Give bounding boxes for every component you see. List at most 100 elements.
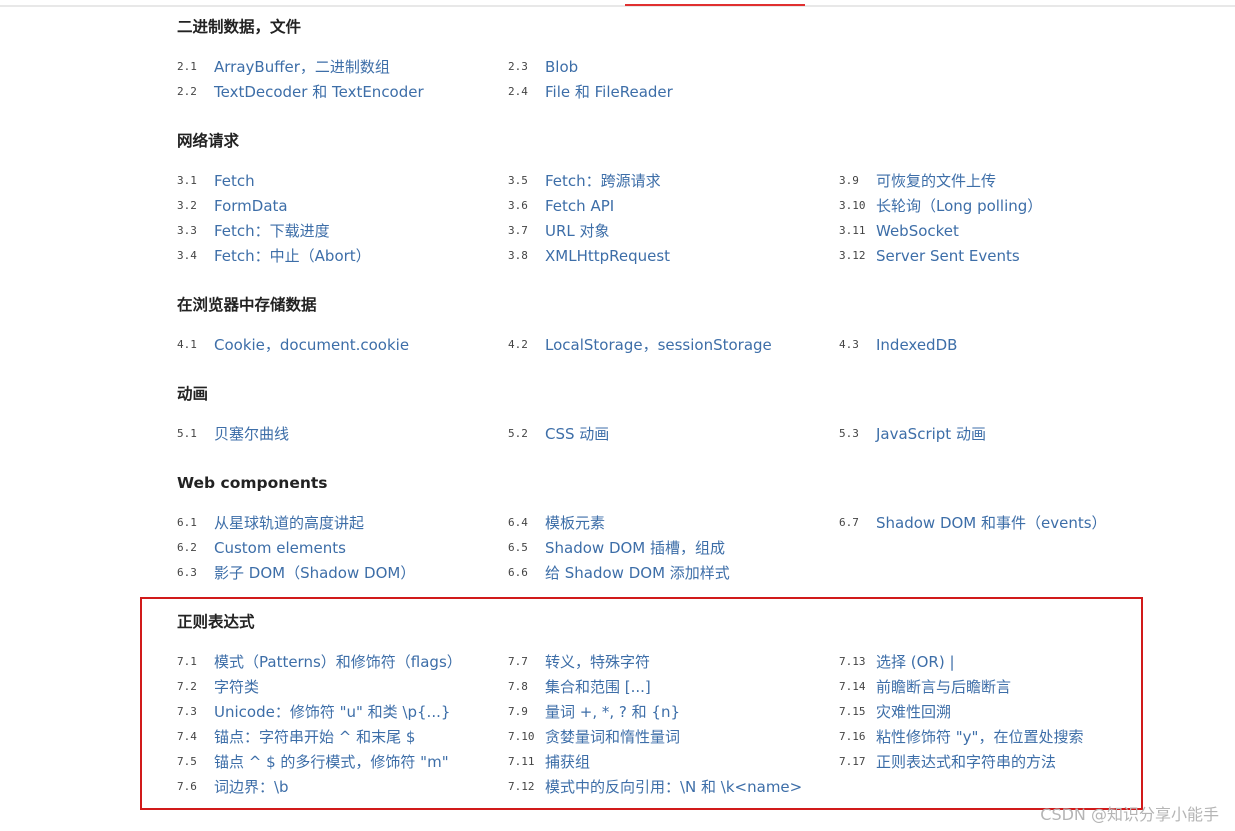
highlight-box	[140, 597, 1143, 810]
toc-column: 4.2 LocalStorage，sessionStorage	[508, 332, 772, 357]
section-title: 动画	[177, 385, 209, 403]
toc-item-number: 6.3	[177, 566, 197, 579]
section-title: Web components	[177, 474, 328, 492]
toc-item-number: 3.11	[839, 224, 866, 237]
toc-link[interactable]: 长轮询（Long polling）	[876, 197, 1042, 215]
toc-column: 5.2 CSS 动画	[508, 421, 609, 446]
toc-item: 3.8 XMLHttpRequest	[508, 243, 670, 268]
toc-link[interactable]: FormData	[214, 197, 288, 215]
toc-item: 2.4 File 和 FileReader	[508, 79, 673, 104]
toc-link[interactable]: Blob	[545, 58, 578, 76]
toc-item: 6.6 给 Shadow DOM 添加样式	[508, 560, 730, 585]
toc-item-number: 3.8	[508, 249, 528, 262]
toc-link[interactable]: Shadow DOM 和事件（events）	[876, 514, 1107, 532]
toc-item: 4.3 IndexedDB	[839, 332, 957, 357]
toc-column: 2.3 Blob 2.4 File 和 FileReader	[508, 54, 673, 104]
toc-item: 3.5 Fetch：跨源请求	[508, 168, 670, 193]
watermark: CSDN @知识分享小能手	[1040, 805, 1219, 824]
toc-item-number: 4.2	[508, 338, 528, 351]
toc-link[interactable]: Fetch API	[545, 197, 614, 215]
toc-item: 5.3 JavaScript 动画	[839, 421, 986, 446]
toc-link[interactable]: 给 Shadow DOM 添加样式	[545, 564, 730, 582]
toc-item-number: 6.5	[508, 541, 528, 554]
toc-item: 3.7 URL 对象	[508, 218, 670, 243]
toc-column: 5.3 JavaScript 动画	[839, 421, 986, 446]
toc-item: 6.5 Shadow DOM 插槽，组成	[508, 535, 730, 560]
toc-link[interactable]: File 和 FileReader	[545, 83, 673, 101]
toc-section: Web components 6.1 从星球轨道的高度讲起 6.2 Custom ele…	[177, 472, 1177, 582]
toc-link[interactable]: Fetch：跨源请求	[545, 172, 661, 190]
toc-item: 2.3 Blob	[508, 54, 673, 79]
toc-link[interactable]: WebSocket	[876, 222, 959, 240]
toc-item-number: 3.7	[508, 224, 528, 237]
toc-item: 6.4 模板元素	[508, 510, 730, 535]
toc-link[interactable]: CSS 动画	[545, 425, 609, 443]
toc-link[interactable]: ArrayBuffer，二进制数组	[214, 58, 390, 76]
toc-column: 4.3 IndexedDB	[839, 332, 957, 357]
toc-link[interactable]: Fetch	[214, 172, 255, 190]
toc-link[interactable]: 影子 DOM（Shadow DOM）	[214, 564, 415, 582]
toc-link[interactable]: JavaScript 动画	[876, 425, 986, 443]
toc-link[interactable]: 贝塞尔曲线	[214, 425, 289, 443]
toc-item-number: 3.2	[177, 199, 197, 212]
toc-link[interactable]: Shadow DOM 插槽，组成	[545, 539, 725, 557]
toc-item: 3.10 长轮询（Long polling）	[839, 193, 1042, 218]
toc-link[interactable]: Fetch：下载进度	[214, 222, 330, 240]
toc-link[interactable]: 从星球轨道的高度讲起	[214, 514, 364, 532]
toc-link[interactable]: URL 对象	[545, 222, 610, 240]
toc-item-number: 2.2	[177, 85, 197, 98]
toc-link[interactable]: IndexedDB	[876, 336, 957, 354]
toc-section: 网络请求 3.1 Fetch 3.2 FormData 3.3 Fetch：下载进度 3.4 F…	[177, 130, 1177, 265]
toc-item: 3.11 WebSocket	[839, 218, 1042, 243]
toc-item-number: 4.3	[839, 338, 859, 351]
toc-section: 二进制数据，文件 2.1 ArrayBuffer，二进制数组 2.2 TextDecod…	[177, 16, 1177, 101]
toc-column: 3.1 Fetch 3.2 FormData 3.3 Fetch：下载进度 3.4 Fetch…	[177, 168, 371, 268]
toc-item-number: 5.3	[839, 427, 859, 440]
toc-link[interactable]: XMLHttpRequest	[545, 247, 670, 265]
toc-item-number: 3.6	[508, 199, 528, 212]
toc-item: 3.1 Fetch	[177, 168, 371, 193]
toc-link[interactable]: Custom elements	[214, 539, 346, 557]
toc-link[interactable]: LocalStorage，sessionStorage	[545, 336, 772, 354]
toc-column: 6.1 从星球轨道的高度讲起 6.2 Custom elements 6.3 影子 DOM…	[177, 510, 415, 585]
toc-item: 2.2 TextDecoder 和 TextEncoder	[177, 79, 424, 104]
toc-link[interactable]: Fetch：中止（Abort）	[214, 247, 371, 265]
toc-item: 6.7 Shadow DOM 和事件（events）	[839, 510, 1107, 535]
toc-link[interactable]: Server Sent Events	[876, 247, 1020, 265]
toc-column: 2.1 ArrayBuffer，二进制数组 2.2 TextDecoder 和 Tex…	[177, 54, 424, 104]
toc-item: 5.2 CSS 动画	[508, 421, 609, 446]
toc-item: 3.2 FormData	[177, 193, 371, 218]
toc-column: 3.5 Fetch：跨源请求 3.6 Fetch API 3.7 URL 对象 3.8 XML…	[508, 168, 670, 268]
section-title: 网络请求	[177, 132, 240, 150]
toc-column: 6.4 模板元素 6.5 Shadow DOM 插槽，组成 6.6 给 Shadow DO…	[508, 510, 730, 585]
toc-item-number: 3.4	[177, 249, 197, 262]
toc-item-number: 5.2	[508, 427, 528, 440]
toc-item-number: 6.1	[177, 516, 197, 529]
toc-item: 2.1 ArrayBuffer，二进制数组	[177, 54, 424, 79]
toc-item: 3.6 Fetch API	[508, 193, 670, 218]
toc-column: 5.1 贝塞尔曲线	[177, 421, 289, 446]
toc-item-number: 6.4	[508, 516, 528, 529]
toc-item-number: 3.9	[839, 174, 859, 187]
toc-section: 动画 5.1 贝塞尔曲线 5.2 CSS 动画 5.3 JavaScript 动画	[177, 383, 1177, 443]
toc-link[interactable]: 模板元素	[545, 514, 605, 532]
active-tab-indicator	[625, 4, 805, 6]
toc-column: 6.7 Shadow DOM 和事件（events）	[839, 510, 1107, 535]
toc-link[interactable]: Cookie，document.cookie	[214, 336, 409, 354]
toc-item-number: 2.1	[177, 60, 197, 73]
toc-item-number: 4.1	[177, 338, 197, 351]
toc-item: 3.12 Server Sent Events	[839, 243, 1042, 268]
toc-item: 5.1 贝塞尔曲线	[177, 421, 289, 446]
toc-item: 6.1 从星球轨道的高度讲起	[177, 510, 415, 535]
toc-item-number: 3.5	[508, 174, 528, 187]
toc-item-number: 2.4	[508, 85, 528, 98]
toc-item: 3.9 可恢复的文件上传	[839, 168, 1042, 193]
toc-section: 在浏览器中存储数据 4.1 Cookie，document.cookie 4.2 Loc…	[177, 294, 1177, 354]
toc-link[interactable]: TextDecoder 和 TextEncoder	[214, 83, 424, 101]
toc-item: 6.3 影子 DOM（Shadow DOM）	[177, 560, 415, 585]
toc-item: 4.2 LocalStorage，sessionStorage	[508, 332, 772, 357]
toc-link[interactable]: 可恢复的文件上传	[876, 172, 996, 190]
toc-item: 4.1 Cookie，document.cookie	[177, 332, 409, 357]
toc-item-number: 3.12	[839, 249, 866, 262]
toc-column: 4.1 Cookie，document.cookie	[177, 332, 409, 357]
